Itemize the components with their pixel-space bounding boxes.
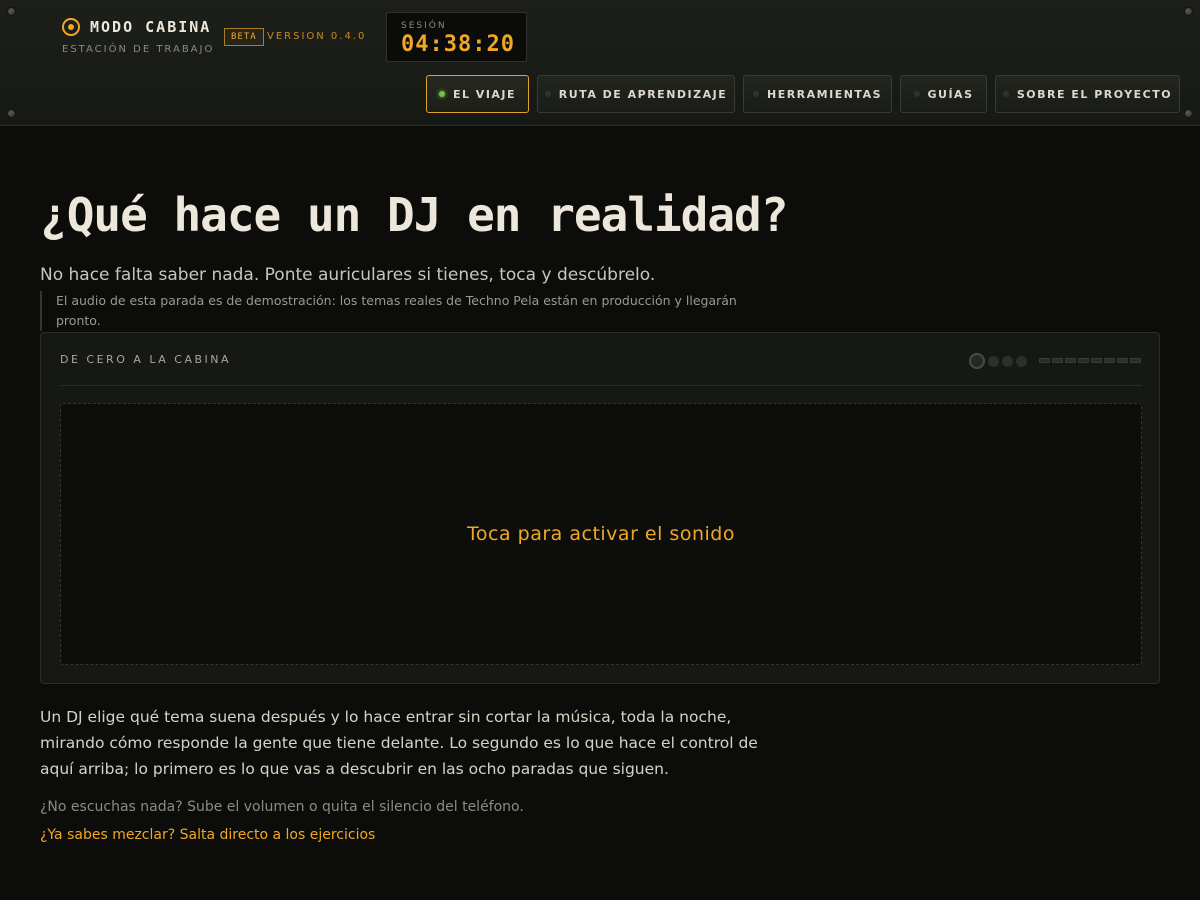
nav-item-label: SOBRE EL PROYECTO <box>1016 87 1173 101</box>
nav-item-el-viaje[interactable]: EL VIAJE <box>426 75 529 113</box>
nav-item-label: RUTA DE APRENDIZAJE <box>558 87 728 101</box>
nav-item-guias[interactable]: GUÍAS <box>900 75 987 113</box>
led-indicator-icon <box>544 91 551 97</box>
activate-sound-label: Toca para activar el sonido <box>467 523 735 545</box>
nav-item-herramientas[interactable]: HERRAMIENTAS <box>743 75 892 113</box>
led-indicator-icon <box>752 91 759 97</box>
cabina-panel: DE CERO A LA CABINA Toca para activar el… <box>40 332 1160 684</box>
brand-subtitle: ESTACIÓN DE TRABAJO <box>62 44 215 55</box>
progress-segment <box>1052 358 1063 363</box>
progress-dot <box>988 355 999 367</box>
beta-badge: BETA <box>224 28 264 46</box>
progress-segment <box>1039 358 1050 363</box>
circle-target-icon <box>62 18 80 36</box>
session-time: 04:38:20 <box>401 32 515 57</box>
session-label: SESIÓN <box>401 21 447 31</box>
stop-progress-dots <box>969 353 1030 369</box>
led-indicator-icon <box>1002 91 1009 97</box>
main-nav: EL VIAJE RUTA DE APRENDIZAJE HERRAMIENTA… <box>0 75 1200 113</box>
led-indicator-icon <box>438 91 445 97</box>
progress-segment <box>1091 358 1102 363</box>
nav-item-ruta-de-aprendizaje[interactable]: RUTA DE APRENDIZAJE <box>537 75 735 113</box>
nav-item-label: HERRAMIENTAS <box>766 87 883 101</box>
volume-hint: ¿No escuchas nada? Sube el volumen o qui… <box>40 799 524 815</box>
stop-progress-bars <box>1039 358 1143 363</box>
body-text: Un DJ elige qué tema suena después y lo … <box>40 708 758 778</box>
screw-icon <box>7 7 16 16</box>
screw-icon <box>1184 7 1193 16</box>
progress-segment <box>1117 358 1128 363</box>
nav-item-label: EL VIAJE <box>452 87 517 101</box>
progress-dot-current <box>969 353 985 369</box>
demo-audio-note: El audio de esta parada es de demostraci… <box>40 291 740 331</box>
version-label: VERSION 0.4.0 <box>267 31 367 42</box>
led-indicator-icon <box>913 91 920 97</box>
panel-label: DE CERO A LA CABINA <box>60 353 232 366</box>
progress-dot <box>1016 355 1027 367</box>
skip-to-exercises-link[interactable]: ¿Ya sabes mezclar? Salta directo a los e… <box>40 827 375 843</box>
divider <box>60 385 1142 386</box>
brand-title: MODO CABINA <box>90 18 212 36</box>
progress-dot <box>1002 355 1013 367</box>
progress-segment <box>1065 358 1076 363</box>
progress-segment <box>1104 358 1115 363</box>
nav-item-label: GUÍAS <box>927 87 974 101</box>
brand[interactable]: MODO CABINA ESTACIÓN DE TRABAJO <box>62 18 214 55</box>
top-header: MODO CABINA ESTACIÓN DE TRABAJO BETA VER… <box>0 0 1200 126</box>
page-title: ¿Qué hace un DJ en realidad? <box>40 188 788 242</box>
lead-text: No hace falta saber nada. Ponte auricula… <box>40 265 656 285</box>
progress-segment <box>1078 358 1089 363</box>
session-timer: SESIÓN 04:38:20 <box>386 12 527 62</box>
nav-item-sobre-el-proyecto[interactable]: SOBRE EL PROYECTO <box>995 75 1180 113</box>
activate-sound-button[interactable]: Toca para activar el sonido <box>60 403 1142 665</box>
progress-segment <box>1130 358 1141 363</box>
